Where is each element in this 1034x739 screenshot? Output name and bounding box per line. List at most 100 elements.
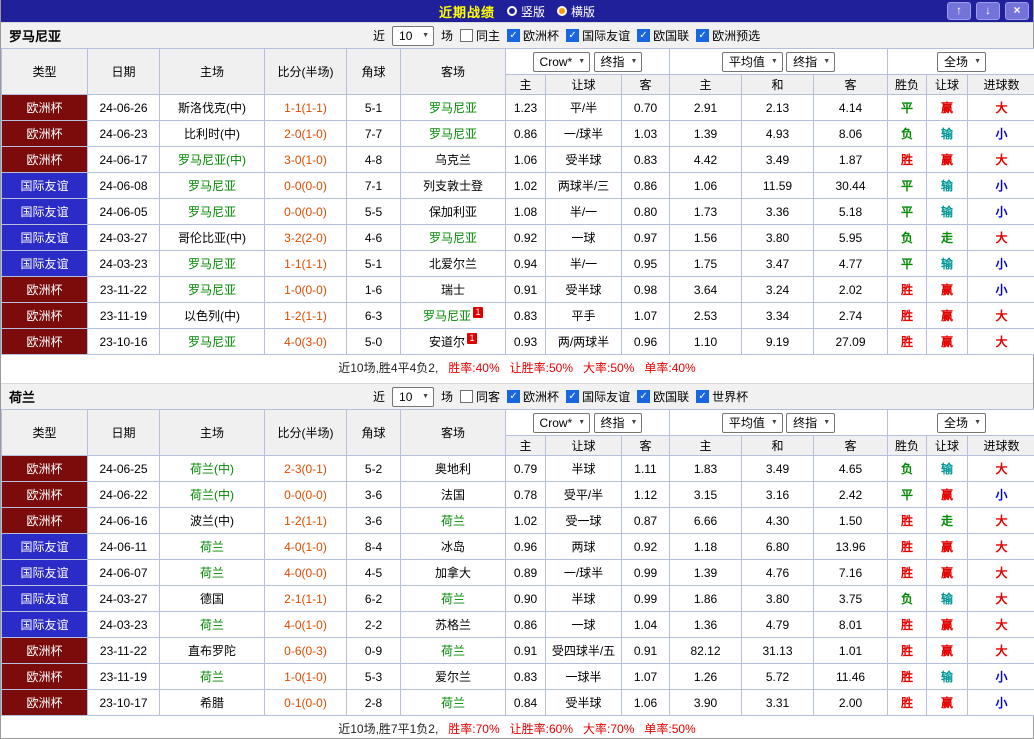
view-option-vertical[interactable]: 竖版 [506,3,545,20]
radio-icon[interactable] [557,6,567,16]
radio-icon[interactable] [506,6,517,16]
asia-time-select[interactable]: 终指 ▼ [593,412,643,433]
asia-source-select[interactable]: Crow* ▼ [532,51,591,72]
asia-odds-home: 0.83 [505,302,546,329]
match-row: 国际友谊 24-06-08 罗马尼亚 0-0(0-0) 7-1 列支敦士登 1.02 两球半/… [1,172,1034,199]
result-value: 平 [887,198,928,225]
checkbox-icon[interactable] [460,390,474,403]
asia-odds-home: 0.94 [505,250,546,277]
filter-checkbox[interactable]: ✓ 欧洲杯 [507,388,559,405]
asia-odds-home: 1.02 [505,507,546,534]
close-button[interactable]: × [1005,2,1029,20]
filter-checkbox[interactable]: 同主 [460,27,500,44]
move-down-button[interactable]: ↓ [976,2,1000,20]
euro-time-select[interactable]: 终指 ▼ [786,412,836,433]
col-date-header: 日期 [87,48,160,95]
checkbox-icon[interactable] [460,29,474,42]
league-badge: 欧洲杯 [1,302,88,329]
col-type-header: 类型 [1,48,88,95]
scope-select[interactable]: 全场 ▼ [937,51,986,72]
result-value: 平 [887,250,928,277]
filter-checkbox[interactable]: ✓ 欧国联 [637,388,689,405]
home-team: 哥伦比亚(中) [178,231,246,245]
home-team-cell: 荷兰 [159,663,265,690]
asia-source-select[interactable]: Crow* ▼ [532,412,591,433]
corner-score: 3-6 [346,481,401,508]
filter-checkbox[interactable]: ✓ 世界杯 [696,388,748,405]
filter-checkbox[interactable]: ✓ 国际友谊 [566,27,630,44]
euro-odds-draw: 6.80 [741,533,814,560]
euro-time-select[interactable]: 终指 ▼ [786,51,836,72]
col-away-header: 客场 [400,409,506,456]
filter-checkbox[interactable]: 同客 [460,388,500,405]
scope-select[interactable]: 全场 ▼ [937,412,986,433]
away-team: 荷兰 [440,696,465,710]
euro-odds-home: 2.91 [669,94,742,121]
match-row: 国际友谊 24-06-11 荷兰 4-0(1-0) 8-4 冰岛 0.96 两球 0.92 1.1… [1,533,1034,560]
asia-odds-away: 0.99 [621,585,670,612]
handicap-result-value: 赢 [926,637,969,664]
checkbox-icon[interactable]: ✓ [566,29,580,42]
home-team: 罗马尼亚 [187,205,236,219]
chevron-down-icon: ▼ [823,419,831,426]
checkbox-icon[interactable]: ✓ [637,29,651,42]
away-team: 荷兰 [440,644,465,658]
asia-handicap: 受半球 [545,689,622,716]
away-team-cell: 加拿大 [400,559,506,586]
euro-source-select[interactable]: 平均值 ▼ [721,51,783,72]
corner-score: 3-6 [346,507,401,534]
asia-handicap-header: 让球 [545,435,622,456]
euro-odds-draw: 4.76 [741,559,814,586]
match-row: 国际友谊 24-03-23 荷兰 4-0(1-0) 2-2 苏格兰 0.86 一球 1.04 1.… [1,611,1034,638]
goals-result-value: 大 [967,559,1034,586]
euro-odds-draw: 4.93 [741,120,814,147]
asia-handicap: 两/两球半 [545,328,622,355]
handicap-result-header: 让球 [926,435,969,456]
team-section-romania: 罗马尼亚 近 10 ▼ 场同主 ✓ 欧洲杯 ✓ 国际友谊 ✓ 欧国联 ✓ 欧洲预选 类型 日期 主场 … [1,22,1034,377]
match-date: 24-06-25 [87,455,160,482]
filter-checkbox[interactable]: ✓ 欧国联 [637,27,689,44]
euro-odds-away: 11.46 [812,663,889,690]
move-up-button[interactable]: ↑ [947,2,971,20]
euro-source-select[interactable]: 平均值 ▼ [721,412,783,433]
recent-count-select[interactable]: 10 ▼ [392,386,435,407]
asia-time-select[interactable]: 终指 ▼ [593,51,643,72]
summary-stat: 胜率:70% [448,721,500,736]
home-team: 荷兰 [199,540,224,554]
euro-odds-draw: 3.36 [741,198,814,225]
team-title: 罗马尼亚 [9,29,62,44]
euro-odds-away: 2.42 [812,481,889,508]
handicap-result-value: 输 [926,172,969,199]
euro-odds-draw: 2.13 [741,94,814,121]
checkbox-icon[interactable]: ✓ [637,390,651,403]
asia-odds-home: 0.91 [505,276,546,303]
recent-count-select[interactable]: 10 ▼ [392,25,435,46]
euro-odds-home: 3.64 [669,276,742,303]
checkbox-icon[interactable]: ✓ [696,29,710,42]
away-team: 冰岛 [440,540,465,554]
checkbox-icon[interactable]: ✓ [507,29,521,42]
match-row: 欧洲杯 24-06-26 斯洛伐克(中) 1-1(1-1) 5-1 罗马尼亚 1.23 平/半… [1,94,1034,121]
match-score: 1-2(1-1) [264,302,347,329]
away-team: 加拿大 [434,566,471,580]
view-option-horizontal[interactable]: 横版 [557,3,595,20]
euro-odds-home: 1.39 [669,559,742,586]
asia-odds-away: 0.91 [621,637,670,664]
team-title: 荷兰 [9,390,36,405]
match-score: 3-0(1-0) [264,146,347,173]
result-value: 平 [887,481,928,508]
match-row: 欧洲杯 24-06-25 荷兰(中) 2-3(0-1) 5-2 奥地利 0.79 半球 1.11… [1,455,1034,482]
checkbox-icon[interactable]: ✓ [566,390,580,403]
checkbox-icon[interactable]: ✓ [507,390,521,403]
home-team: 罗马尼亚 [187,335,236,349]
filter-checkbox[interactable]: ✓ 国际友谊 [566,388,630,405]
goals-result-value: 小 [967,663,1034,690]
corner-score: 1-6 [346,276,401,303]
euro-odds-away: 1.01 [812,637,889,664]
euro-odds-away: 5.18 [812,198,889,225]
filter-checkbox[interactable]: ✓ 欧洲杯 [507,27,559,44]
checkbox-icon[interactable]: ✓ [696,390,710,403]
euro-odds-draw: 3.16 [741,481,814,508]
asia-odds-away: 1.03 [621,120,670,147]
filter-checkbox[interactable]: ✓ 欧洲预选 [696,27,760,44]
